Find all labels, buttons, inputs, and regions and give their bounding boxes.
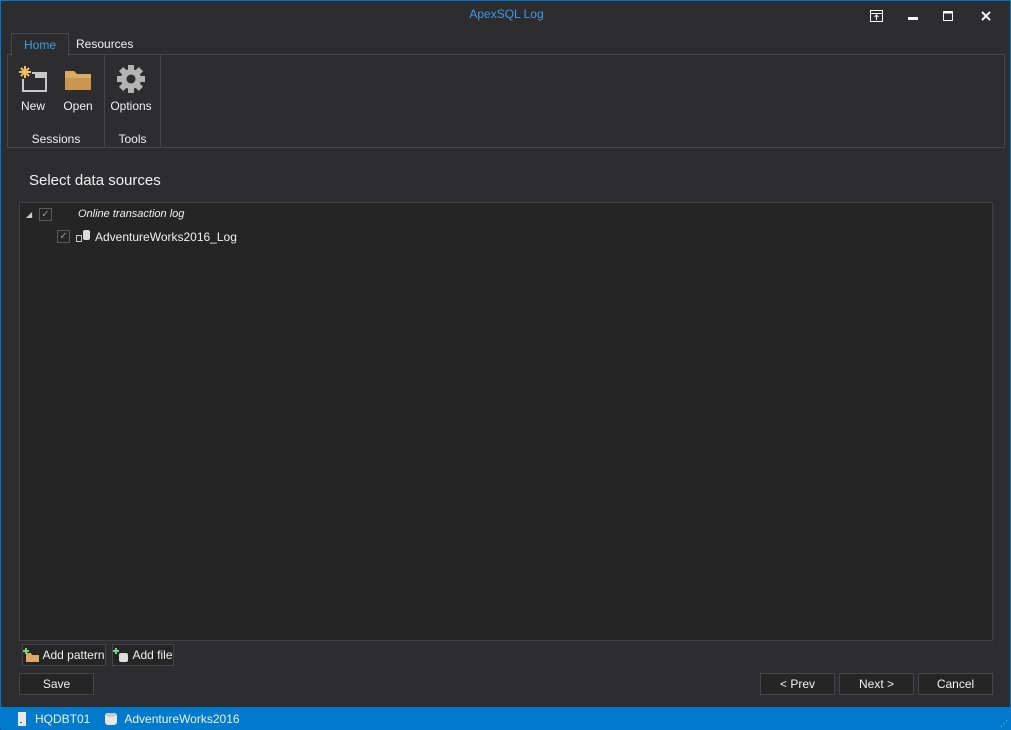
add-pattern-button[interactable]: Add pattern [22,644,106,666]
page-title: Select data sources [29,172,161,189]
next-button[interactable]: Next > [839,673,914,695]
tree-root-label: Online transaction log [78,208,185,220]
add-folder-icon [23,648,40,662]
tab-resources[interactable]: Resources [64,33,145,55]
save-button[interactable]: Save [19,673,94,695]
restore-ribbon-button[interactable] [861,5,891,27]
close-icon [981,11,991,21]
collapse-arrow-icon[interactable]: ◢ [26,210,32,219]
tree-item-label: AdventureWorks2016_Log [95,230,237,244]
ribbon-panel: New Open Options Sessions Tools [7,54,1005,148]
cancel-button[interactable]: Cancel [918,673,993,695]
group-label-tools: Tools [118,132,147,146]
transaction-log-icon [76,229,92,246]
minimize-icon [908,17,918,20]
gear-icon [117,65,145,93]
root-checkbox[interactable]: ✓ [39,208,52,221]
maximize-icon [943,11,953,21]
add-file-label: Add file [132,648,173,662]
log-checkbox[interactable]: ✓ [57,230,70,243]
new-session-button[interactable]: New [11,63,55,113]
add-pattern-label: Add pattern [42,648,105,662]
open-session-button[interactable]: Open [56,63,100,113]
ribbon-display-icon [869,10,883,22]
open-label: Open [63,99,93,113]
database-name: AdventureWorks2016 [124,711,240,726]
new-session-icon [18,65,47,92]
window-title: ApexSQL Log [469,7,544,21]
close-button[interactable] [971,5,1001,27]
minimize-button[interactable] [898,5,928,27]
options-label: Options [110,99,152,113]
new-label: New [20,99,45,113]
resize-grip-icon[interactable]: ⋰ [1000,719,1008,728]
maximize-button[interactable] [933,5,963,27]
options-button[interactable]: Options [109,63,153,113]
server-name: HQDBT01 [35,711,91,726]
group-divider [160,55,161,147]
data-sources-tree: ◢ ✓ Online transaction log ✓ AdventureWo… [19,202,993,641]
add-file-button[interactable]: Add file [112,644,174,666]
group-label-sessions: Sessions [31,132,81,146]
folder-icon [65,71,91,90]
tab-home[interactable]: Home [11,33,70,56]
database-icon [105,712,118,725]
add-file-icon [113,648,129,662]
status-bar: HQDBT01 AdventureWorks2016 ⋰ [1,707,1011,730]
server-icon [18,711,26,726]
prev-button[interactable]: < Prev [760,673,835,695]
